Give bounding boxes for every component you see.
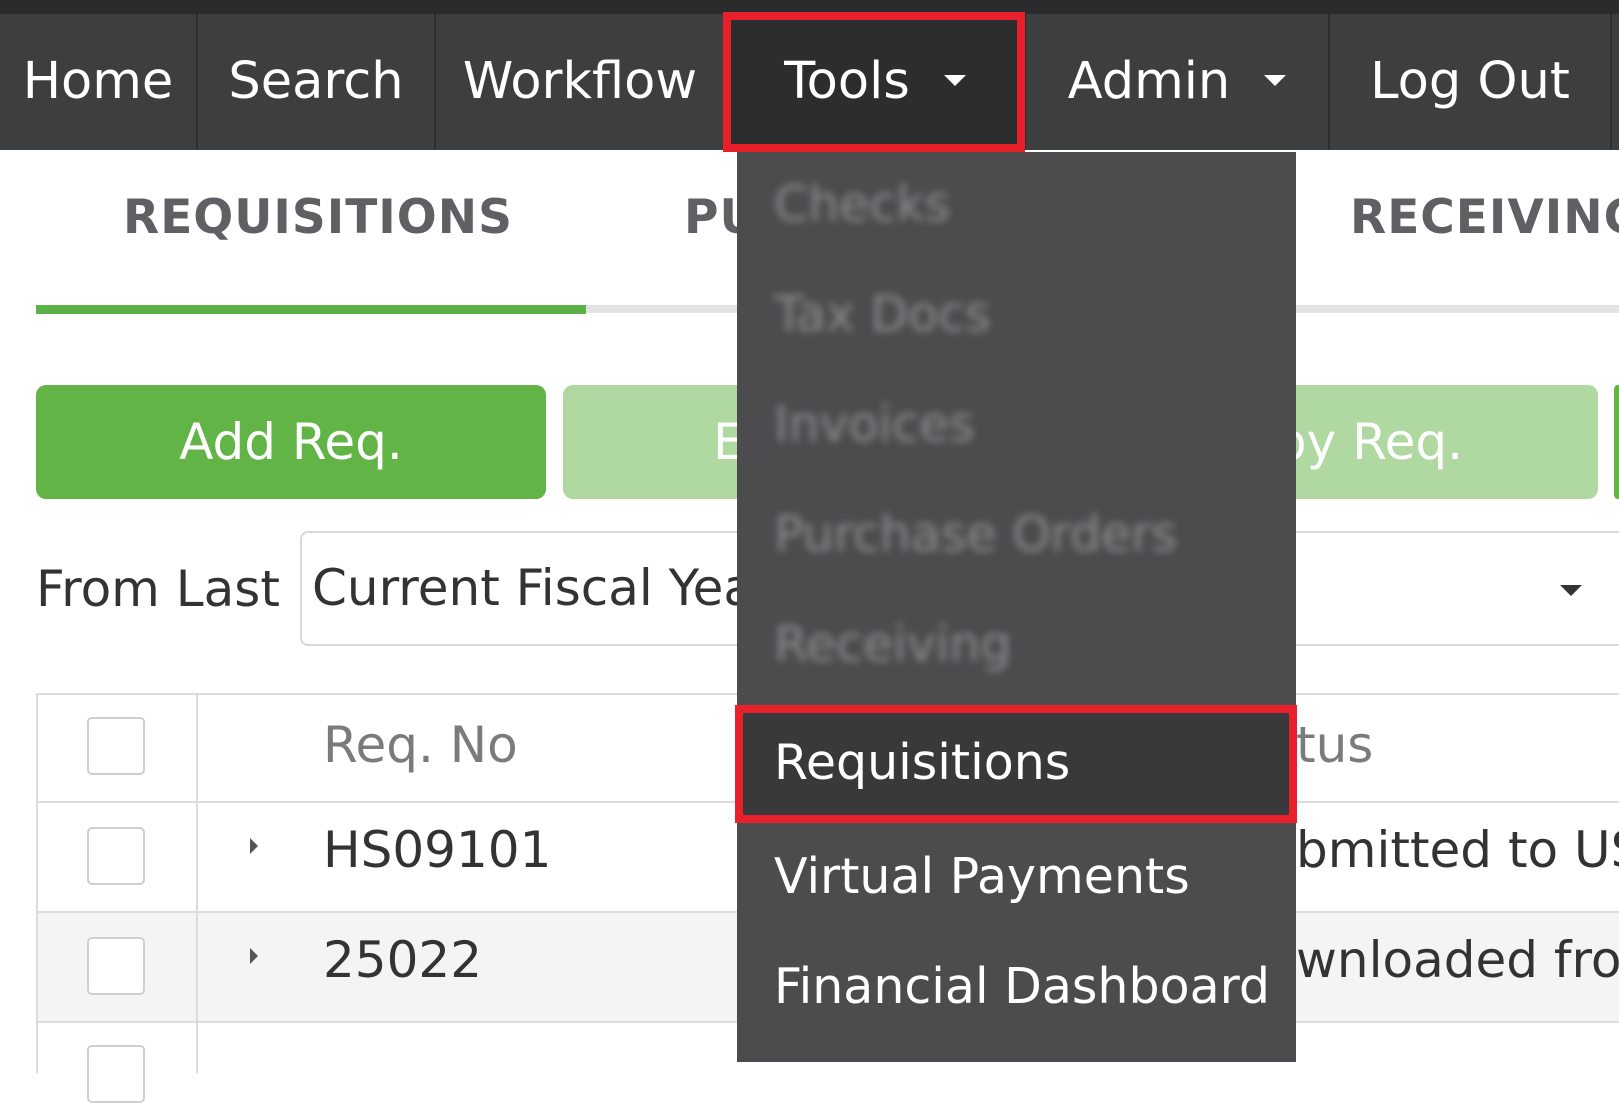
menu-item-invoices[interactable]: Invoices [774,396,975,453]
nav-admin[interactable]: Admin [1026,14,1330,150]
header-status[interactable]: tus [1296,716,1373,774]
nav-search[interactable]: Search [198,14,436,150]
chevron-down-icon [1264,74,1287,86]
status-cell: wnloaded fro [1296,931,1619,989]
column-divider [196,693,198,1073]
req-no-cell: 25022 [323,931,483,989]
menu-item-financial-dashboard[interactable]: Financial Dashboard [774,958,1270,1015]
tools-dropdown-menu: Checks Tax Docs Invoices Purchase Orders… [737,152,1296,1062]
tab-receiving[interactable]: RECEIVING [1350,190,1619,245]
add-req-button[interactable]: Add Req. [36,385,546,499]
menu-item-tax-docs[interactable]: Tax Docs [774,286,991,343]
menu-item-virtual-payments[interactable]: Virtual Payments [774,848,1190,905]
nav-admin-label: Admin [1067,52,1231,111]
expand-arrow-icon[interactable] [250,838,258,854]
req-no-cell: HS09101 [323,821,552,879]
menu-item-requisitions[interactable]: Requisitions [774,734,1070,791]
nav-tools-label: Tools [784,52,910,111]
more-button-edge[interactable] [1614,385,1619,499]
row-checkbox[interactable] [87,1045,145,1103]
chevron-down-icon [1560,585,1582,596]
top-strip [0,0,1619,14]
nav-home[interactable]: Home [0,14,198,150]
copy-req-label: py Req. [1274,413,1463,471]
filter-label: From Last [36,560,280,618]
nav-workflow[interactable]: Workflow [436,14,726,150]
header-req-no[interactable]: Req. No [323,716,518,774]
add-req-label: Add Req. [179,413,403,471]
nav-logout[interactable]: Log Out [1330,14,1612,150]
expand-arrow-icon[interactable] [250,948,258,964]
row-checkbox[interactable] [87,937,145,995]
nav-search-label: Search [228,52,404,111]
menu-item-purchase-orders[interactable]: Purchase Orders [774,506,1177,563]
chevron-down-icon [943,74,966,86]
status-cell: bmitted to US [1296,821,1619,879]
menu-item-receiving[interactable]: Receiving [774,616,1011,673]
tab-requisitions[interactable]: REQUISITIONS [123,190,513,245]
nav-workflow-label: Workflow [462,52,698,111]
fiscal-year-value: Current Fiscal Yea [312,559,754,617]
nav-tools[interactable]: Tools [726,14,1026,150]
menu-item-checks[interactable]: Checks [774,176,950,233]
nav-home-label: Home [22,52,174,111]
select-all-checkbox[interactable] [87,717,145,775]
nav-logout-label: Log Out [1370,52,1570,111]
tab-active-indicator [36,305,586,314]
row-checkbox[interactable] [87,827,145,885]
